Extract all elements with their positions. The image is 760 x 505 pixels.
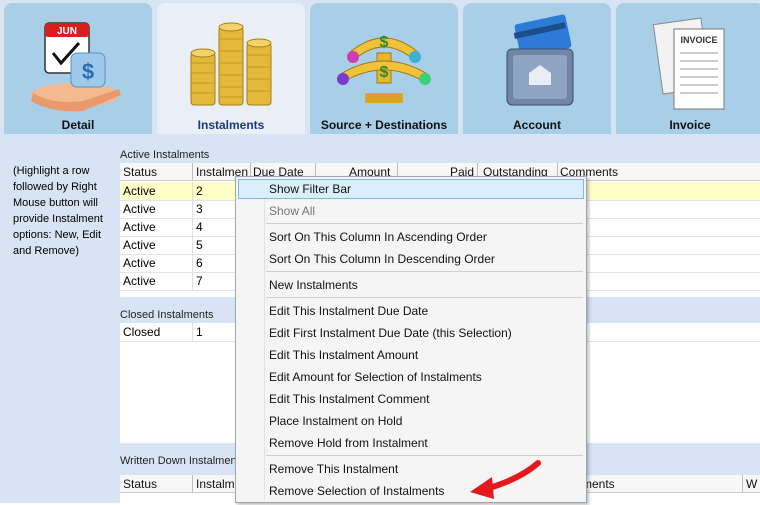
column-header[interactable]: Status — [123, 165, 157, 179]
menu-item-show-all[interactable]: Show All — [269, 204, 315, 218]
credit-card-safe-icon — [506, 14, 574, 106]
menu-item-edit-amount[interactable]: Edit This Instalment Amount — [269, 348, 418, 362]
active-instalments-title: Active Instalments — [120, 149, 210, 161]
tab-label: Invoice — [669, 118, 711, 132]
coin-stacks-icon — [190, 22, 272, 106]
instalment-cell: 7 — [196, 274, 203, 288]
tab-account[interactable]: Account — [463, 3, 611, 134]
written-down-title: Written Down Instalments — [120, 455, 246, 467]
tab-strip: JUN $ Detail Instalments $ $ Source + De… — [0, 0, 760, 134]
status-cell: Active — [123, 184, 156, 198]
menu-item-edit-due-date[interactable]: Edit This Instalment Due Date — [269, 304, 428, 318]
tab-source-destinations[interactable]: $ $ Source + Destinations — [310, 3, 458, 134]
invoice-documents-icon: INVOICE — [652, 17, 725, 110]
status-cell: Active — [123, 274, 156, 288]
tab-label: Instalments — [197, 118, 265, 132]
column-header[interactable]: Instalm — [196, 477, 235, 491]
instalment-cell: 5 — [196, 238, 203, 252]
menu-item-remove-hold[interactable]: Remove Hold from Instalment — [269, 436, 428, 450]
status-cell: Active — [123, 238, 156, 252]
context-menu: Show Filter Bar Show All Sort On This Co… — [235, 176, 587, 503]
closed-instalments-title: Closed Instalments — [120, 309, 214, 321]
menu-item-edit-selection-amount[interactable]: Edit Amount for Selection of Instalments — [269, 370, 482, 384]
menu-item-show-filter-bar[interactable]: Show Filter Bar — [269, 182, 351, 196]
column-header[interactable]: Status — [123, 477, 157, 491]
instalment-cell: 1 — [196, 325, 203, 339]
money-tree-icon: $ $ — [337, 34, 431, 103]
tab-instalments[interactable]: Instalments — [157, 3, 305, 134]
instalment-cell: 6 — [196, 256, 203, 270]
menu-item-edit-comment[interactable]: Edit This Instalment Comment — [269, 392, 430, 406]
menu-item-remove-instalment[interactable]: Remove This Instalment — [269, 462, 398, 476]
svg-text:$: $ — [380, 64, 389, 81]
menu-item-remove-selection[interactable]: Remove Selection of Instalments — [269, 484, 444, 498]
instalment-cell: 3 — [196, 202, 203, 216]
menu-item-new-instalments[interactable]: New Instalments — [269, 278, 358, 292]
svg-text:JUN: JUN — [57, 26, 77, 37]
help-text: (Highlight a row followed by Right Mouse… — [13, 165, 103, 257]
svg-text:INVOICE: INVOICE — [680, 35, 717, 45]
menu-item-edit-first-due-date[interactable]: Edit First Instalment Due Date (this Sel… — [269, 326, 512, 340]
status-cell: Active — [123, 202, 156, 216]
tab-label: Account — [513, 118, 561, 132]
status-cell: Active — [123, 220, 156, 234]
status-cell: Closed — [123, 325, 161, 339]
menu-item-sort-descending[interactable]: Sort On This Column In Descending Order — [269, 252, 495, 266]
menu-item-place-hold[interactable]: Place Instalment on Hold — [269, 414, 402, 428]
status-cell: Active — [123, 256, 156, 270]
svg-text:$: $ — [82, 59, 94, 84]
menu-item-sort-ascending[interactable]: Sort On This Column In Ascending Order — [269, 230, 487, 244]
annotation-arrow-icon — [470, 460, 541, 499]
tab-invoice[interactable]: INVOICE Invoice — [616, 3, 760, 134]
column-header[interactable]: W — [746, 477, 757, 491]
instalment-cell: 4 — [196, 220, 203, 234]
tab-label: Detail — [61, 118, 95, 132]
tab-label: Source + Destinations — [320, 118, 448, 132]
instalment-cell: 2 — [196, 184, 203, 198]
calendar-money-hand-icon: JUN $ — [31, 22, 121, 112]
svg-text:$: $ — [380, 34, 389, 51]
tab-detail[interactable]: JUN $ Detail — [4, 3, 152, 134]
